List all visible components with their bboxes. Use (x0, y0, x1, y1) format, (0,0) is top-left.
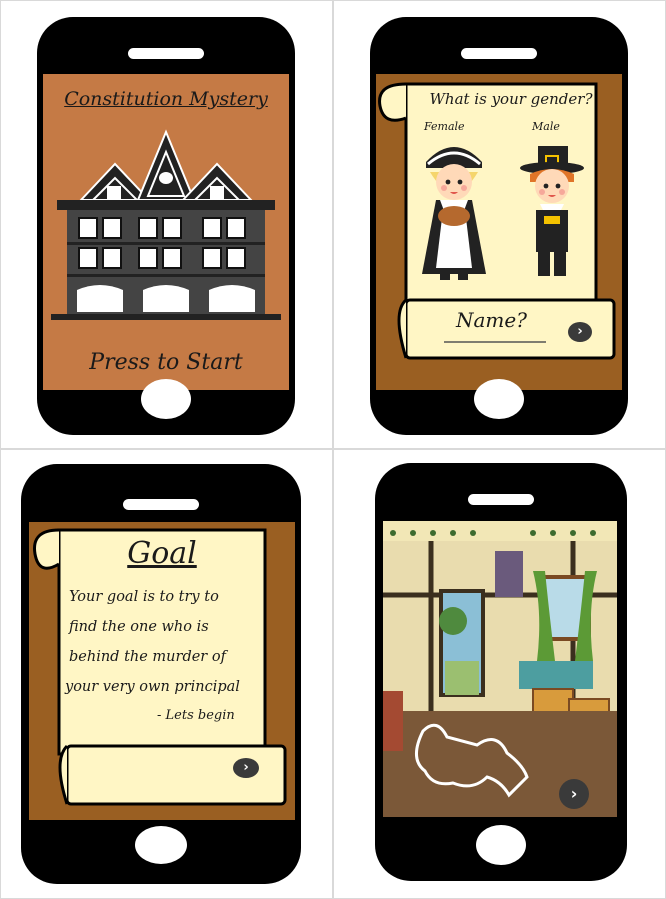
chevron-right-icon: › (577, 324, 583, 339)
press-to-start-button[interactable]: Press to Start (43, 350, 289, 375)
phone-speaker (468, 494, 534, 505)
chevron-right-icon: › (243, 760, 249, 775)
gender-question: What is your gender? (429, 90, 593, 108)
title-screen: Constitution Mystery Press to Start (43, 74, 289, 390)
phone-frame: What is your gender? Female Male Name? › (370, 17, 628, 435)
goal-screen: Goal Your goal is to try to find the one… (29, 522, 295, 820)
home-button[interactable] (135, 826, 187, 864)
goal-line: behind the murder of (69, 649, 226, 665)
phone-frame: › (375, 463, 627, 881)
phone-frame: Goal Your goal is to try to find the one… (21, 464, 301, 884)
panel-crime-scene: › (333, 449, 666, 899)
sign-off: - Lets begin (157, 708, 235, 723)
home-button[interactable] (476, 825, 526, 865)
name-input[interactable] (444, 332, 546, 344)
female-label: Female (424, 120, 465, 133)
mansion-illustration (51, 129, 281, 320)
gender-screen: What is your gender? Female Male Name? › (376, 74, 622, 390)
goal-heading: Goal (127, 536, 197, 571)
game-title: Constitution Mystery (64, 88, 268, 110)
next-button[interactable]: › (233, 758, 259, 778)
crime-scene-screen: › (383, 521, 617, 817)
male-character-option[interactable] (512, 136, 592, 286)
next-button[interactable]: › (568, 322, 592, 342)
goal-line: find the one who is (69, 619, 209, 635)
classroom-scene (383, 521, 617, 817)
goal-line: Your goal is to try to (69, 589, 219, 605)
goal-line: your very own principal (65, 679, 240, 695)
panel-goal-screen: Goal Your goal is to try to find the one… (0, 449, 333, 899)
home-button[interactable] (474, 379, 524, 419)
female-character-option[interactable] (414, 136, 494, 286)
home-button[interactable] (141, 379, 191, 419)
name-label: Name? (456, 308, 527, 332)
panel-gender-screen: What is your gender? Female Male Name? › (333, 0, 666, 449)
chevron-right-icon: › (570, 784, 578, 803)
panel-title-screen: Constitution Mystery Press to Start (0, 0, 333, 449)
phone-speaker (128, 48, 204, 59)
goal-text: Your goal is to try to find the one who … (65, 582, 295, 702)
male-label: Male (532, 120, 560, 133)
phone-speaker (123, 499, 199, 510)
phone-frame: Constitution Mystery Press to Start (37, 17, 295, 435)
next-button[interactable]: › (559, 779, 589, 809)
phone-speaker (461, 48, 537, 59)
